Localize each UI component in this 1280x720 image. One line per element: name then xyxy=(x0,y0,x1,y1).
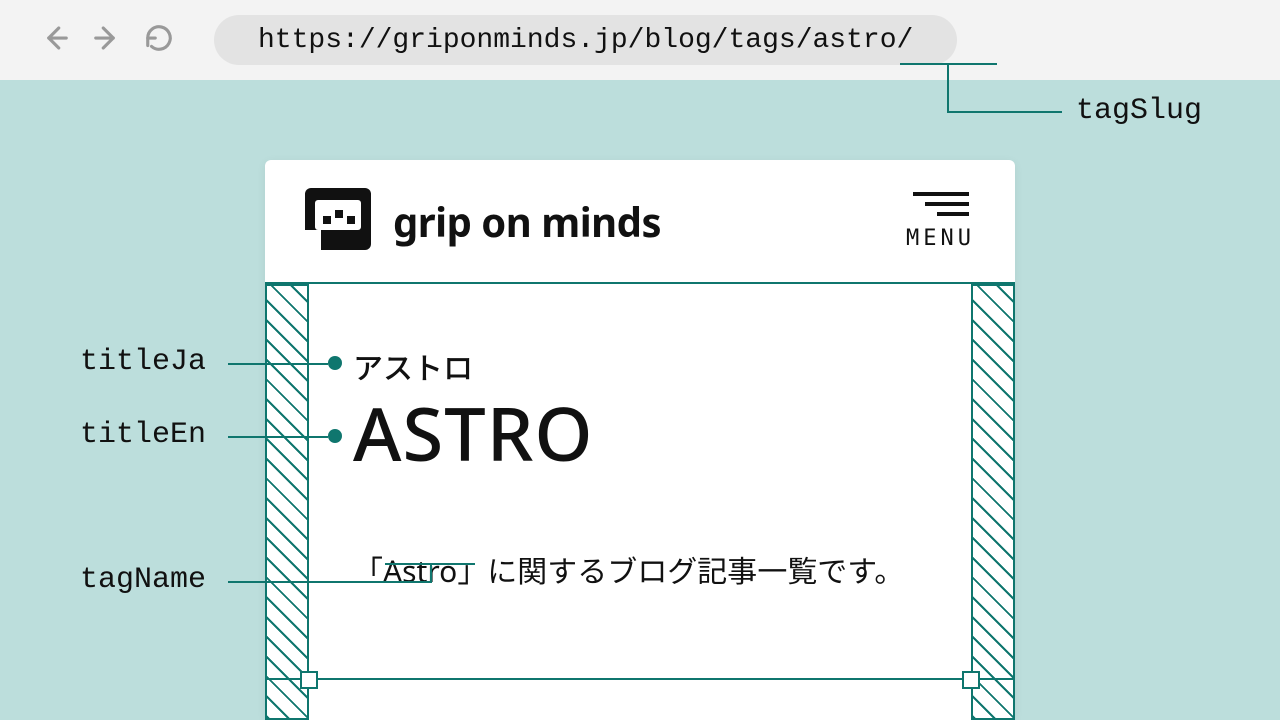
menu-button[interactable]: MENU xyxy=(906,192,975,251)
callout-titleen: titleEn xyxy=(80,418,206,452)
desc-suffix: 」に関するブログ記事一覧です。 xyxy=(457,550,904,591)
callout-tagslug: tagSlug xyxy=(1076,94,1202,128)
card-body: アストロ ASTRO 「Astro」に関するブログ記事一覧です。 xyxy=(265,284,1015,720)
callout-tagname: tagName xyxy=(80,563,206,597)
card-header: grip on minds MENU xyxy=(265,160,1015,284)
desc-prefix: 「 xyxy=(353,550,383,591)
connector xyxy=(228,363,328,365)
url-bar[interactable]: https://griponminds.jp/blog/tags/astro/ xyxy=(214,15,957,65)
corner-handle xyxy=(962,671,980,689)
logo-icon xyxy=(305,188,371,255)
title-en: ASTRO xyxy=(353,394,927,472)
connector xyxy=(228,436,328,438)
bullet-icon xyxy=(328,429,342,443)
hatch-left xyxy=(265,284,309,720)
tag-name: Astro xyxy=(383,550,457,591)
url-suffix: / xyxy=(897,25,914,56)
back-icon[interactable] xyxy=(40,23,70,58)
bottom-border xyxy=(265,678,1015,680)
description: 「Astro」に関するブログ記事一覧です。 xyxy=(353,542,927,599)
browser-chrome: https://griponminds.jp/blog/tags/astro/ xyxy=(0,0,1280,80)
hamburger-icon xyxy=(913,192,969,216)
hatch-right xyxy=(971,284,1015,720)
brand[interactable]: grip on minds xyxy=(305,188,661,255)
connector xyxy=(385,563,475,565)
nav-icons xyxy=(40,23,174,58)
callout-titleja: titleJa xyxy=(80,345,206,379)
connector xyxy=(947,111,1062,113)
corner-handle xyxy=(300,671,318,689)
forward-icon[interactable] xyxy=(92,23,122,58)
connector xyxy=(228,581,432,583)
menu-label: MENU xyxy=(906,226,975,251)
content-area: アストロ ASTRO 「Astro」に関するブログ記事一覧です。 xyxy=(309,284,971,720)
connector xyxy=(947,63,949,111)
bullet-icon xyxy=(328,356,342,370)
connector xyxy=(430,563,432,583)
reload-icon[interactable] xyxy=(144,23,174,58)
page-card: grip on minds MENU アストロ ASTRO 「Astro」に関す… xyxy=(265,160,1015,720)
url-slug: astro xyxy=(813,25,897,56)
url-prefix: https://griponminds.jp/blog/tags/ xyxy=(258,25,813,56)
brand-name: grip on minds xyxy=(393,194,661,249)
